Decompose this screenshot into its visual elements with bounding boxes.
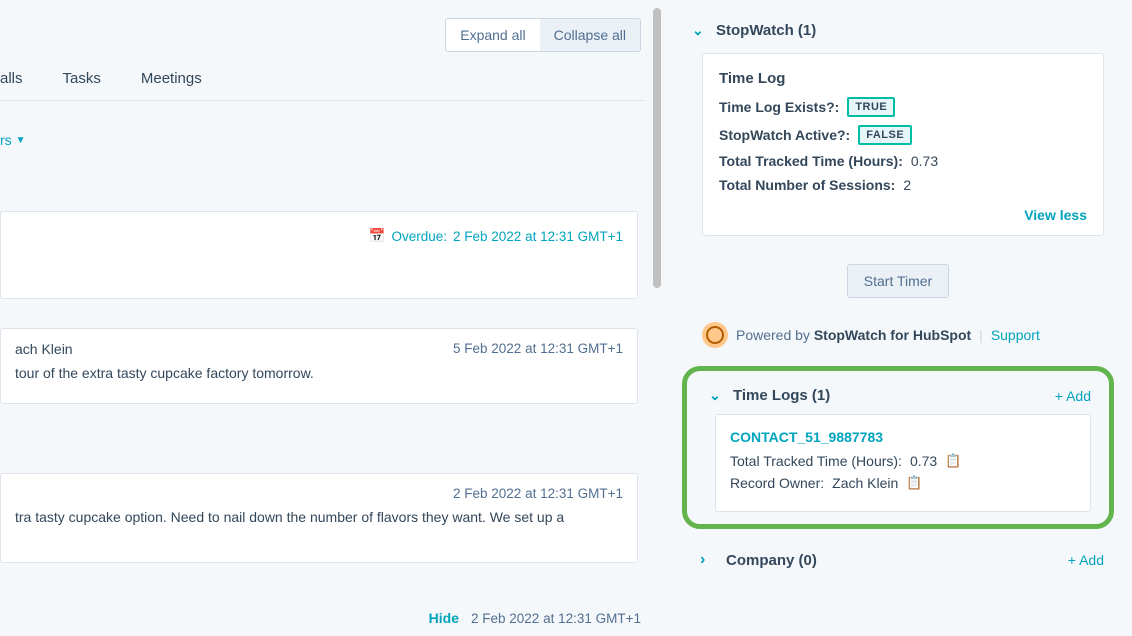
powered-by-name: StopWatch for HubSpot <box>814 327 971 343</box>
company-section-header[interactable]: › Company (0) + Add <box>672 529 1124 569</box>
stopwatch-section-header[interactable]: ⌄ StopWatch (1) <box>672 0 1124 53</box>
timelog-record-card[interactable]: CONTACT_51_9887783 Total Tracked Time (H… <box>715 414 1091 512</box>
chevron-down-icon[interactable]: ⌄ <box>709 387 723 404</box>
tab-meetings[interactable]: Meetings <box>141 70 202 95</box>
chevron-right-icon[interactable]: › <box>700 551 716 569</box>
sessions-value: 2 <box>903 177 911 193</box>
timelog-time-label: Total Tracked Time (Hours): <box>730 453 902 469</box>
overdue-row: 📅 Overdue: 2 Feb 2022 at 12:31 GMT+1 <box>1 212 637 244</box>
start-timer-wrap: Start Timer <box>672 264 1124 298</box>
hide-link[interactable]: Hide <box>429 610 459 626</box>
activity-card-overdue[interactable]: 📅 Overdue: 2 Feb 2022 at 12:31 GMT+1 <box>0 211 638 299</box>
tabs-divider <box>0 100 645 101</box>
timelog-heading: Time Log <box>719 70 1087 87</box>
timelog-record-id[interactable]: CONTACT_51_9887783 <box>730 429 1076 445</box>
note-date-2: 2 Feb 2022 at 12:31 GMT+1 <box>15 486 623 501</box>
stopwatch-active-row: StopWatch Active?: FALSE <box>719 125 1087 145</box>
start-timer-button[interactable]: Start Timer <box>847 264 949 298</box>
stopwatch-card: Time Log Time Log Exists?: TRUE StopWatc… <box>702 53 1104 236</box>
note-author: ach Klein <box>15 341 73 357</box>
sessions-label: Total Number of Sessions: <box>719 177 895 193</box>
company-section-title: Company (0) <box>726 552 817 569</box>
timelogs-section-header[interactable]: ⌄ Time Logs (1) + Add <box>695 377 1101 414</box>
bottom-row: Hide 2 Feb 2022 at 12:31 GMT+1 <box>429 610 641 626</box>
timelog-owner-row: Record Owner: Zach Klein 📋 <box>730 475 1076 491</box>
timelog-exists-row: Time Log Exists?: TRUE <box>719 97 1087 117</box>
timelog-exists-label: Time Log Exists?: <box>719 99 839 115</box>
copy-icon[interactable]: 📋 <box>945 453 961 469</box>
bottom-date: 2 Feb 2022 at 12:31 GMT+1 <box>471 611 641 626</box>
filters-label: rs <box>0 132 12 148</box>
caret-down-icon: ▼ <box>16 135 26 146</box>
total-time-row: Total Tracked Time (Hours): 0.73 <box>719 153 1087 169</box>
total-time-value: 0.73 <box>911 153 938 169</box>
note-header: ach Klein 5 Feb 2022 at 12:31 GMT+1 <box>15 341 623 357</box>
support-link[interactable]: Support <box>991 327 1040 343</box>
note-body: tour of the extra tasty cupcake factory … <box>15 365 623 381</box>
timelog-owner-label: Record Owner: <box>730 475 824 491</box>
right-sidebar: ⌄ StopWatch (1) Time Log Time Log Exists… <box>664 0 1132 636</box>
powered-by-text: Powered by StopWatch for HubSpot <box>736 327 971 343</box>
tab-tasks[interactable]: Tasks <box>63 70 101 95</box>
stopwatch-section-title: StopWatch (1) <box>716 22 816 39</box>
timelog-time-value: 0.73 <box>910 453 937 469</box>
timelog-time-row: Total Tracked Time (Hours): 0.73 📋 <box>730 453 1076 469</box>
sessions-row: Total Number of Sessions: 2 <box>719 177 1087 193</box>
company-add-link[interactable]: + Add <box>1068 552 1104 568</box>
scrollbar[interactable] <box>650 0 664 636</box>
total-time-label: Total Tracked Time (Hours): <box>719 153 903 169</box>
timelog-exists-badge: TRUE <box>847 97 895 117</box>
timelogs-add-link[interactable]: + Add <box>1055 388 1091 404</box>
expand-collapse-group: Expand all Collapse all <box>445 18 641 52</box>
calendar-icon: 📅 <box>369 228 386 244</box>
powered-by-row: Powered by StopWatch for HubSpot | Suppo… <box>702 322 1124 348</box>
timelogs-highlight: ⌄ Time Logs (1) + Add CONTACT_51_9887783… <box>682 366 1114 529</box>
activity-main: Expand all Collapse all alls Tasks Meeti… <box>0 0 665 636</box>
stopwatch-icon <box>702 322 728 348</box>
collapse-all-button[interactable]: Collapse all <box>540 19 640 51</box>
note-body-2: tra tasty cupcake option. Need to nail d… <box>15 509 623 525</box>
overdue-date: 2 Feb 2022 at 12:31 GMT+1 <box>453 229 623 244</box>
stopwatch-active-label: StopWatch Active?: <box>719 127 850 143</box>
tab-calls[interactable]: alls <box>0 70 23 95</box>
activity-card-note-2[interactable]: 2 Feb 2022 at 12:31 GMT+1 tra tasty cupc… <box>0 473 638 563</box>
timelog-owner-value: Zach Klein <box>832 475 898 491</box>
copy-icon[interactable]: 📋 <box>906 475 922 491</box>
filters-dropdown[interactable]: rs ▼ <box>0 132 26 148</box>
timelogs-section-title: Time Logs (1) <box>733 387 830 404</box>
view-less-link[interactable]: View less <box>719 207 1087 223</box>
chevron-down-icon[interactable]: ⌄ <box>692 22 706 39</box>
stopwatch-active-badge: FALSE <box>858 125 912 145</box>
overdue-prefix: Overdue: <box>391 229 447 244</box>
divider: | <box>979 327 983 343</box>
expand-all-button[interactable]: Expand all <box>446 19 539 51</box>
note-date: 5 Feb 2022 at 12:31 GMT+1 <box>453 341 623 357</box>
activity-card-note[interactable]: ach Klein 5 Feb 2022 at 12:31 GMT+1 tour… <box>0 328 638 404</box>
activity-tabs: alls Tasks Meetings <box>0 70 202 95</box>
